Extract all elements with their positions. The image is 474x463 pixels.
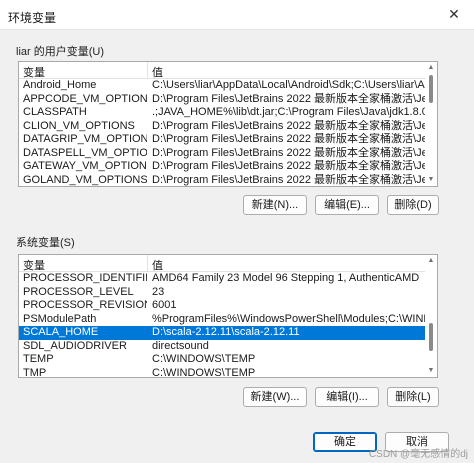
column-variable[interactable]: 变量 <box>23 64 45 80</box>
ok-button[interactable]: 确定 <box>313 432 377 452</box>
variable-value: D:\Program Files\JetBrains 2022 最新版本全家桶激… <box>152 119 425 132</box>
variable-name: Android_Home <box>23 79 97 91</box>
variable-value: D:\scala-2.12.11\scala-2.12.11 <box>152 326 300 338</box>
table-row[interactable]: Android_Home C:\Users\liar\AppData\Local\… <box>19 79 425 93</box>
column-value[interactable]: 值 <box>152 257 163 273</box>
table-row[interactable]: PROCESSOR_LEVEL 23 <box>19 286 425 300</box>
table-row[interactable]: PROCESSOR_REVISION 6001 <box>19 299 425 313</box>
table-row[interactable]: SDL_AUDIODRIVER directsound <box>19 340 425 354</box>
user-new-button[interactable]: 新建(N)... <box>243 195 307 215</box>
variable-value: 23 <box>152 285 165 298</box>
table-row[interactable]: GATEWAY_VM_OPTIONS D:\Program Files\JetBr… <box>19 160 425 174</box>
table-row[interactable]: CLASSPATH .;JAVA_HOME%\lib\dt.jar;C:\Prog… <box>19 106 425 120</box>
variable-name: PROCESSOR_REVISION <box>23 299 147 311</box>
table-row[interactable]: PROCESSOR_IDENTIFIER AMD64 Family 23 Mode… <box>19 272 425 286</box>
table-row[interactable]: DATAGRIP_VM_OPTIONS D:\Program Files\JetB… <box>19 133 425 147</box>
variable-value: D:\Program Files\JetBrains 2022 最新版本全家桶激… <box>152 173 425 186</box>
system-vars-list[interactable]: 变量 值 PROCESSOR_IDENTIFIER AMD64 Family 23… <box>18 254 438 378</box>
system-vars-rows: PROCESSOR_IDENTIFIER AMD64 Family 23 Mode… <box>19 272 425 377</box>
table-row[interactable]: SCALA_HOME D:\scala-2.12.11\scala-2.12.11 <box>19 326 425 340</box>
variable-value: D:\Program Files\JetBrains 2022 最新版本全家桶激… <box>152 160 425 172</box>
variable-name: DATASPELL_VM_OPTIONS <box>23 146 147 159</box>
variable-value: .;JAVA_HOME%\lib\dt.jar;C:\Program Files… <box>152 106 425 118</box>
variable-value: D:\Program Files\JetBrains 2022 最新版本全家桶激… <box>152 133 425 145</box>
user-vars-rows: Android_Home C:\Users\liar\AppData\Local\… <box>19 79 425 186</box>
watermark: CSDN @毫无感情的dj <box>368 449 468 460</box>
table-row[interactable]: DATASPELL_VM_OPTIONS D:\Program Files\Jet… <box>19 147 425 161</box>
user-vars-list[interactable]: 变量 值 Android_Home C:\Users\liar\AppData\L… <box>18 61 438 187</box>
title-bar: 环境变量 ✕ <box>0 0 474 30</box>
table-row[interactable]: TEMP C:\WINDOWS\TEMP <box>19 353 425 367</box>
scroll-up-arrow-icon[interactable]: ▲ <box>425 256 437 266</box>
variable-value: C:\WINDOWS\TEMP <box>152 366 256 378</box>
scroll-down-arrow-icon[interactable]: ▼ <box>425 175 437 185</box>
scroll-thumb[interactable] <box>429 323 433 351</box>
system-vars-scrollbar[interactable]: ▲ ▼ <box>425 255 437 377</box>
variable-name: PROCESSOR_IDENTIFIER <box>23 272 147 284</box>
scroll-thumb[interactable] <box>429 75 433 103</box>
user-vars-header: 变量 值 <box>19 62 425 79</box>
user-delete-button[interactable]: 删除(D) <box>387 195 439 215</box>
table-row[interactable]: GOLAND_VM_OPTIONS D:\Program Files\JetBra… <box>19 174 425 187</box>
variable-value: directsound <box>152 339 209 352</box>
variable-value: C:\WINDOWS\TEMP <box>152 353 256 365</box>
system-vars-label: 系统变量(S) <box>16 237 75 249</box>
variable-name: GOLAND_VM_OPTIONS <box>23 173 147 186</box>
column-variable[interactable]: 变量 <box>23 257 45 273</box>
system-delete-button[interactable]: 删除(L) <box>387 387 439 407</box>
variable-value: D:\Program Files\JetBrains 2022 最新版本全家桶激… <box>152 92 425 105</box>
variable-name: PSModulePath <box>23 312 97 325</box>
system-edit-button[interactable]: 编辑(I)... <box>315 387 379 407</box>
table-row[interactable]: CLION_VM_OPTIONS D:\Program Files\JetBrai… <box>19 120 425 134</box>
variable-value: C:\Users\liar\AppData\Local\Android\Sdk;… <box>152 79 425 91</box>
variable-name: GATEWAY_VM_OPTIONS <box>23 160 147 172</box>
scroll-down-arrow-icon[interactable]: ▼ <box>425 366 437 376</box>
variable-name: DATAGRIP_VM_OPTIONS <box>23 133 147 145</box>
variable-name: PROCESSOR_LEVEL <box>23 285 134 298</box>
variable-name: CLION_VM_OPTIONS <box>23 119 135 132</box>
variable-name: TMP <box>23 366 47 378</box>
user-edit-button[interactable]: 编辑(E)... <box>315 195 379 215</box>
variable-value: 6001 <box>152 299 177 311</box>
column-value[interactable]: 值 <box>152 64 163 80</box>
window-title: 环境变量 <box>8 11 57 25</box>
variable-name: SCALA_HOME <box>23 326 99 338</box>
table-row[interactable]: TMP C:\WINDOWS\TEMP <box>19 367 425 378</box>
table-row[interactable]: APPCODE_VM_OPTIONS D:\Program Files\JetBr… <box>19 93 425 107</box>
variable-name: SDL_AUDIODRIVER <box>23 339 127 352</box>
variable-value: %ProgramFiles%\WindowsPowerShell\Modules… <box>152 312 425 325</box>
variable-name: TEMP <box>23 353 54 365</box>
table-row[interactable]: PSModulePath %ProgramFiles%\WindowsPowerS… <box>19 313 425 327</box>
variable-value: AMD64 Family 23 Model 96 Stepping 1, Aut… <box>152 272 420 284</box>
scroll-up-arrow-icon[interactable]: ▲ <box>425 63 437 73</box>
variable-name: APPCODE_VM_OPTIONS <box>23 92 147 105</box>
user-vars-label: liar 的用户变量(U) <box>16 46 104 58</box>
variable-name: CLASSPATH <box>23 106 87 118</box>
close-icon[interactable]: ✕ <box>440 2 468 26</box>
variable-value: D:\Program Files\JetBrains 2022 最新版本全家桶激… <box>152 146 425 159</box>
system-new-button[interactable]: 新建(W)... <box>243 387 307 407</box>
system-vars-header: 变量 值 <box>19 255 425 272</box>
user-vars-scrollbar[interactable]: ▲ ▼ <box>425 62 437 186</box>
